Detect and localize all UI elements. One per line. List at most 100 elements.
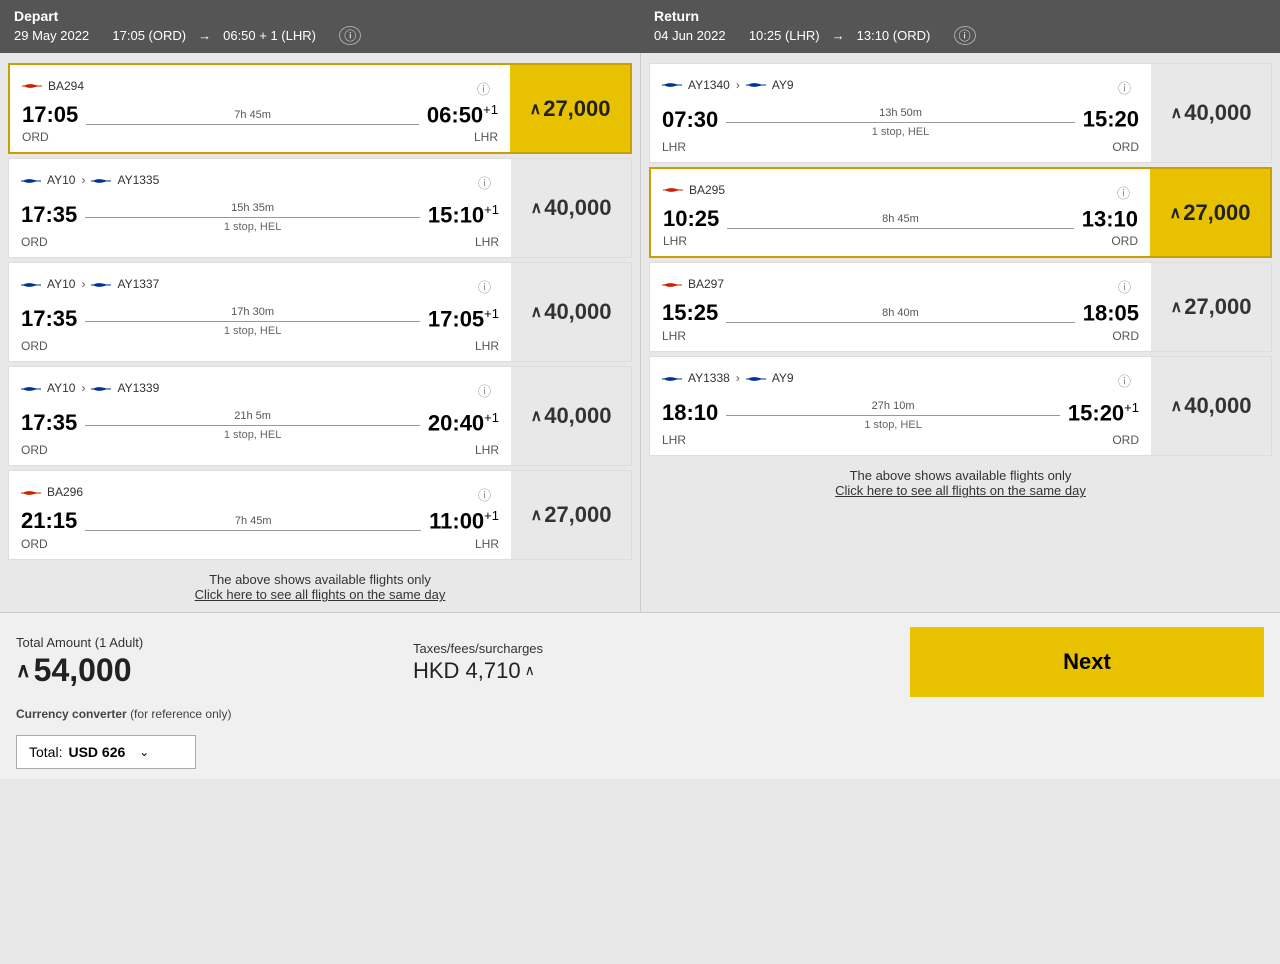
duration-bar <box>86 124 419 125</box>
flight-card-depart-4[interactable]: AY10 › AY1339 ⓘ 17:35 21h 5m 1 stop, HEL… <box>8 366 632 466</box>
duration-text: 21h 5m <box>234 410 271 422</box>
price-box[interactable]: ∧40,000 <box>511 367 631 465</box>
time-to: 20:40+1 <box>428 410 499 436</box>
time-to-sup: +1 <box>1124 400 1139 415</box>
airline-icon <box>662 277 682 291</box>
duration-text: 27h 10m <box>872 400 915 412</box>
flight-info: BA294 ⓘ 17:05 7h 45m 06:50+1 ORD LHR <box>10 65 510 152</box>
flight-card-depart-1[interactable]: BA294 ⓘ 17:05 7h 45m 06:50+1 ORD LHR ∧27… <box>8 63 632 154</box>
time-from: 07:30 <box>662 107 718 133</box>
avios-symbol: ∧ <box>1170 103 1182 123</box>
price-box[interactable]: ∧40,000 <box>1151 357 1271 455</box>
flight-info-icon[interactable]: ⓘ <box>478 173 491 192</box>
flight-info-icon[interactable]: ⓘ <box>478 381 491 400</box>
flight-card-return-3[interactable]: BA297 ⓘ 15:25 8h 40m 18:05 LHR ORD ∧27,0… <box>649 262 1272 352</box>
airline-icon <box>663 183 683 197</box>
bottom-main-row: Total Amount (1 Adult) ∧ 54,000 Taxes/fe… <box>16 627 1264 697</box>
price-box[interactable]: ∧40,000 <box>511 263 631 361</box>
time-to-sup: +1 <box>484 202 499 217</box>
taxes-up-icon: ∧ <box>525 662 535 679</box>
taxes-amount-value: HKD 4,710 <box>413 658 521 684</box>
flight-number-2: AY9 <box>772 78 794 92</box>
flight-number-row: BA295 ⓘ <box>663 177 1138 202</box>
flight-card-depart-2[interactable]: AY10 › AY1335 ⓘ 17:35 15h 35m 1 stop, HE… <box>8 158 632 258</box>
return-info-icon[interactable]: ⓘ <box>954 26 976 45</box>
airport-from: LHR <box>662 329 702 343</box>
time-to-sup: +1 <box>484 508 499 523</box>
flight-card-return-1[interactable]: AY1340 › AY9 ⓘ 07:30 13h 50m 1 stop, HEL… <box>649 63 1272 163</box>
return-date: 04 Jun 2022 <box>654 28 726 43</box>
depart-arrow-icon: → <box>198 28 211 43</box>
duration-bar <box>727 228 1073 229</box>
airport-from: ORD <box>21 537 61 551</box>
currency-total-text: Total: <box>29 744 62 760</box>
airport-from: ORD <box>21 235 61 249</box>
flight-card-depart-5[interactable]: BA296 ⓘ 21:15 7h 45m 11:00+1 ORD LHR ∧27… <box>8 470 632 560</box>
airport-to: LHR <box>459 235 499 249</box>
price-value: 27,000 <box>544 502 611 528</box>
return-header: Return 04 Jun 2022 10:25 (LHR) → 13:10 (… <box>640 0 1280 53</box>
time-from: 17:05 <box>22 102 78 128</box>
flight-number-2: AY1337 <box>117 277 159 291</box>
flight-card-return-2[interactable]: BA295 ⓘ 10:25 8h 45m 13:10 LHR ORD ∧27,0… <box>649 167 1272 258</box>
price-value: 27,000 <box>543 96 610 122</box>
duration-line: 15h 35m 1 stop, HEL <box>77 202 428 233</box>
stop-info: 1 stop, HEL <box>224 325 281 337</box>
duration-bar <box>85 425 420 426</box>
currency-chevron-icon[interactable]: ⌄ <box>139 745 149 759</box>
airport-row: ORD LHR <box>21 235 499 249</box>
flight-card-return-4[interactable]: AY1338 › AY9 ⓘ 18:10 27h 10m 1 stop, HEL… <box>649 356 1272 456</box>
airline-icon-2 <box>91 381 111 395</box>
total-section: Total Amount (1 Adult) ∧ 54,000 <box>16 635 383 689</box>
panels-row: BA294 ⓘ 17:05 7h 45m 06:50+1 ORD LHR ∧27… <box>0 53 1280 612</box>
time-to-sup: +1 <box>484 306 499 321</box>
time-to: 18:05 <box>1083 300 1139 326</box>
duration-bar <box>726 122 1074 123</box>
airline-icon-2 <box>746 78 766 92</box>
depart-panel: BA294 ⓘ 17:05 7h 45m 06:50+1 ORD LHR ∧27… <box>0 53 640 612</box>
time-from: 17:35 <box>21 202 77 228</box>
taxes-label: Taxes/fees/surcharges <box>413 641 543 656</box>
return-route: 04 Jun 2022 10:25 (LHR) → 13:10 (ORD) ⓘ <box>654 26 1266 45</box>
flight-info-icon[interactable]: ⓘ <box>1117 183 1130 202</box>
flight-number-row: BA294 ⓘ <box>22 73 498 98</box>
price-box[interactable]: ∧27,000 <box>511 471 631 559</box>
flight-card-depart-3[interactable]: AY10 › AY1337 ⓘ 17:35 17h 30m 1 stop, HE… <box>8 262 632 362</box>
return-note-link[interactable]: Click here to see all flights on the sam… <box>835 483 1086 498</box>
flight-info-icon[interactable]: ⓘ <box>478 277 491 296</box>
duration-text: 15h 35m <box>231 202 274 214</box>
currency-label: Currency converter <box>16 707 127 721</box>
airport-from: ORD <box>21 339 61 353</box>
depart-to: 06:50 + 1 (LHR) <box>223 28 316 43</box>
depart-note: The above shows available flights onlyCl… <box>6 572 634 602</box>
airline-icon <box>21 485 41 499</box>
depart-note-link[interactable]: Click here to see all flights on the sam… <box>195 587 446 602</box>
headers-row: Depart 29 May 2022 17:05 (ORD) → 06:50 +… <box>0 0 1280 53</box>
flight-info-icon[interactable]: ⓘ <box>1118 78 1131 97</box>
airline-icon <box>662 78 682 92</box>
time-to: 15:10+1 <box>428 202 499 228</box>
airport-row: LHR ORD <box>662 329 1139 343</box>
airline-icon <box>21 173 41 187</box>
airport-to: LHR <box>459 443 499 457</box>
duration-line: 17h 30m 1 stop, HEL <box>77 306 428 337</box>
flight-info-icon[interactable]: ⓘ <box>1118 277 1131 296</box>
price-box[interactable]: ∧27,000 <box>510 65 630 152</box>
price-value: 27,000 <box>1183 200 1250 226</box>
taxes-amount: HKD 4,710 ∧ <box>413 658 543 684</box>
price-box[interactable]: ∧27,000 <box>1151 263 1271 351</box>
price-box[interactable]: ∧27,000 <box>1150 169 1270 256</box>
depart-info-icon[interactable]: ⓘ <box>339 26 361 45</box>
flight-number-row: BA297 ⓘ <box>662 271 1139 296</box>
flight-info-icon[interactable]: ⓘ <box>478 485 491 504</box>
flight-number-2: AY9 <box>772 371 794 385</box>
flight-info-icon[interactable]: ⓘ <box>477 79 490 98</box>
avios-symbol: ∧ <box>530 302 542 322</box>
price-box[interactable]: ∧40,000 <box>1151 64 1271 162</box>
price-box[interactable]: ∧40,000 <box>511 159 631 257</box>
flight-info: BA295 ⓘ 10:25 8h 45m 13:10 LHR ORD <box>651 169 1150 256</box>
flight-info-icon[interactable]: ⓘ <box>1118 371 1131 390</box>
time-from: 18:10 <box>662 400 718 426</box>
next-button[interactable]: Next <box>910 627 1264 697</box>
flight-number: BA294 <box>48 79 84 93</box>
